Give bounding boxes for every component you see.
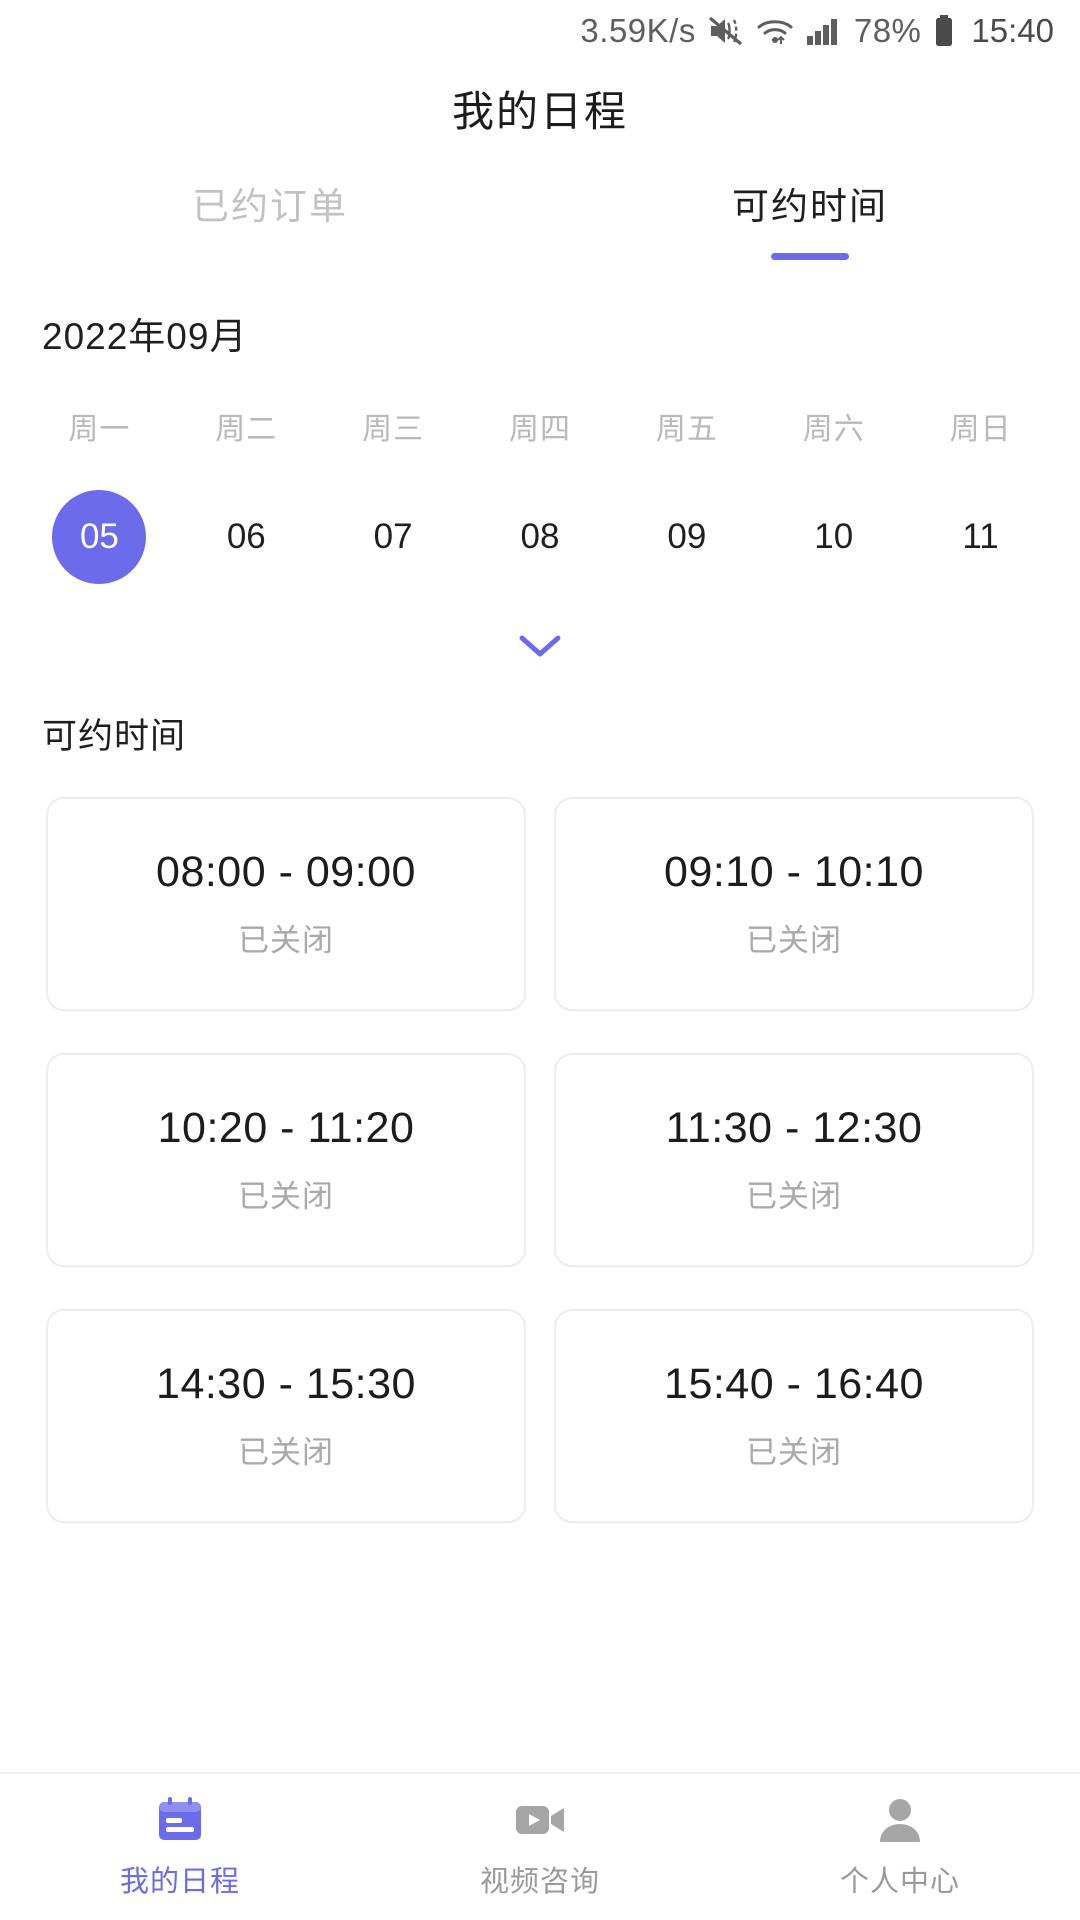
nav-label: 个人中心 (839, 1866, 960, 1898)
weekday-label: 周一 (68, 413, 131, 446)
battery-icon (933, 14, 955, 48)
battery-percent-text: 78% (853, 12, 922, 49)
nav-item-my-schedule[interactable]: 我的日程 (0, 1794, 360, 1900)
clock-text: 15:40 (971, 12, 1054, 49)
slot-status: 已关闭 (238, 923, 334, 958)
calendar-expand-row[interactable] (0, 624, 1080, 668)
person-icon (872, 1794, 928, 1846)
time-slot-card[interactable]: 15:40 - 16:40 已关闭 (554, 1309, 1034, 1523)
slot-status: 已关闭 (746, 923, 842, 958)
tab-available-times[interactable]: 可约时间 (540, 176, 1080, 260)
tab-indicator (771, 253, 849, 260)
time-slot-card[interactable]: 10:20 - 11:20 已关闭 (46, 1053, 526, 1267)
time-slot-card[interactable]: 09:10 - 10:10 已关闭 (554, 797, 1034, 1011)
status-bar: 3.59K/s 78% 15:40 (0, 0, 1080, 62)
day-cell[interactable]: 11 (907, 490, 1054, 584)
day-cell[interactable]: 09 (613, 490, 760, 584)
day-number[interactable]: 08 (493, 490, 587, 584)
slot-status: 已关闭 (746, 1435, 842, 1470)
nav-label: 视频咨询 (479, 1866, 600, 1898)
mute-icon (708, 15, 744, 47)
day-number[interactable]: 07 (346, 490, 440, 584)
day-cell[interactable]: 10 (760, 490, 907, 584)
nav-item-profile[interactable]: 个人中心 (720, 1794, 1080, 1900)
weekday-label: 周日 (949, 413, 1012, 446)
slot-time: 10:20 - 11:20 (157, 1104, 415, 1152)
section-title: 可约时间 (42, 717, 187, 756)
calendar-strip: 周一 周二 周三 周四 周五 周六 周日 05 06 07 08 09 10 1… (0, 404, 1080, 584)
weekday-label: 周二 (215, 413, 278, 446)
tab-label: 已约订单 (192, 186, 348, 227)
app-screen: 3.59K/s 78% 15:40 我的日程 已约订单 可约时间 2022年09 (0, 0, 1080, 1920)
slot-time: 11:30 - 12:30 (665, 1104, 923, 1152)
weekday-cell: 周四 (467, 404, 614, 448)
slot-time: 14:30 - 15:30 (156, 1360, 416, 1408)
video-camera-icon (512, 1794, 568, 1846)
day-cell[interactable]: 05 (26, 490, 173, 584)
weekday-cell: 周三 (320, 404, 467, 448)
weekday-label: 周五 (655, 413, 718, 446)
slot-time: 08:00 - 09:00 (156, 848, 416, 896)
time-slot-card[interactable]: 14:30 - 15:30 已关闭 (46, 1309, 526, 1523)
day-cell[interactable]: 07 (320, 490, 467, 584)
day-cell[interactable]: 06 (173, 490, 320, 584)
slot-time: 15:40 - 16:40 (664, 1360, 924, 1408)
page-title: 我的日程 (451, 87, 628, 135)
day-number[interactable]: 10 (787, 490, 881, 584)
signal-bars-icon (806, 16, 842, 46)
tab-bar: 已约订单 可约时间 (0, 154, 1080, 272)
day-number[interactable]: 06 (199, 490, 293, 584)
time-slot-grid: 08:00 - 09:00 已关闭 09:10 - 10:10 已关闭 10:2… (0, 797, 1080, 1523)
chevron-down-icon[interactable] (518, 633, 562, 659)
weekday-cell: 周日 (907, 404, 1054, 448)
day-cell[interactable]: 08 (467, 490, 614, 584)
bottom-navigation: 我的日程 视频咨询 个人中心 (0, 1772, 1080, 1920)
slot-status: 已关闭 (238, 1435, 334, 1470)
time-slot-card[interactable]: 08:00 - 09:00 已关闭 (46, 797, 526, 1011)
nav-item-video-consult[interactable]: 视频咨询 (360, 1794, 720, 1900)
wifi-icon (756, 15, 794, 47)
month-header: 2022年09月 (0, 272, 1080, 360)
weekday-cell: 周五 (613, 404, 760, 448)
day-number[interactable]: 11 (934, 490, 1028, 584)
tab-label: 可约时间 (732, 186, 888, 227)
day-number[interactable]: 05 (52, 490, 147, 584)
weekday-label: 周四 (509, 413, 571, 446)
day-row: 05 06 07 08 09 10 11 (26, 490, 1054, 584)
nav-label: 我的日程 (119, 1866, 240, 1898)
weekday-cell: 周六 (760, 404, 907, 448)
weekday-label: 周三 (362, 413, 425, 446)
weekday-label: 周六 (802, 413, 865, 446)
month-label: 2022年09月 (42, 316, 248, 357)
tab-booked-orders[interactable]: 已约订单 (0, 176, 540, 230)
section-header: 可约时间 (0, 668, 1080, 759)
weekday-cell: 周二 (173, 404, 320, 448)
calendar-icon (152, 1794, 208, 1846)
time-slot-card[interactable]: 11:30 - 12:30 已关闭 (554, 1053, 1034, 1267)
day-number[interactable]: 09 (640, 490, 734, 584)
weekday-cell: 周一 (26, 404, 173, 448)
page-title-bar: 我的日程 (0, 62, 1080, 154)
slot-time: 09:10 - 10:10 (664, 848, 924, 896)
network-speed-text: 3.59K/s (580, 12, 696, 49)
slot-status: 已关闭 (238, 1179, 334, 1214)
weekday-row: 周一 周二 周三 周四 周五 周六 周日 (26, 404, 1054, 448)
slot-status: 已关闭 (746, 1179, 842, 1214)
